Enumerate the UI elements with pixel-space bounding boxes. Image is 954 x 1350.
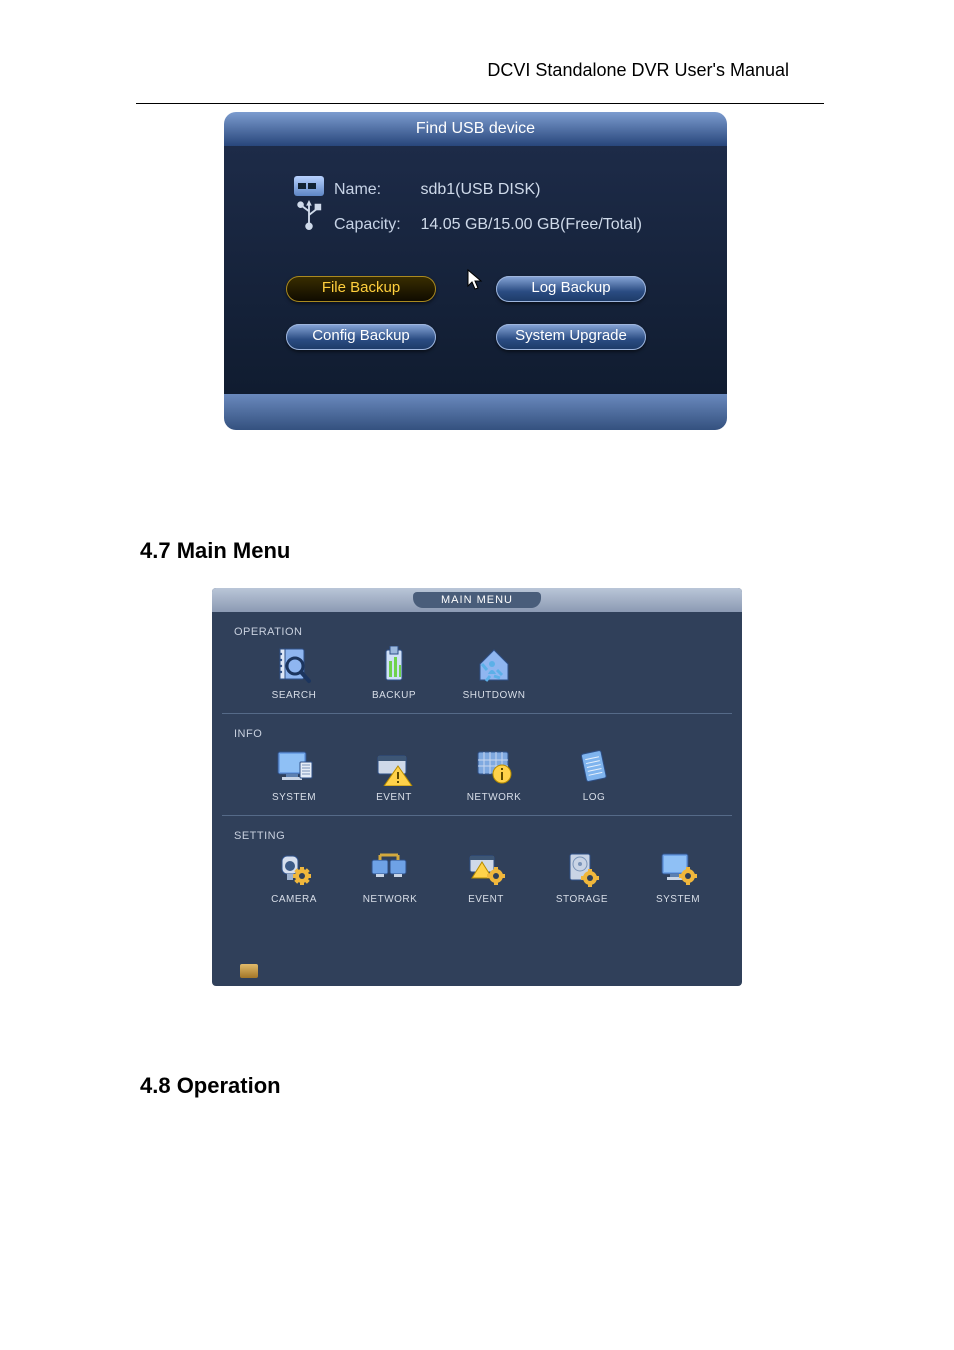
system-setting-item[interactable]: SYSTEM bbox=[650, 850, 706, 905]
log-backup-button[interactable]: Log Backup bbox=[496, 276, 646, 302]
dialog-title: Find USB device bbox=[224, 112, 727, 146]
category-setting: SETTING bbox=[234, 830, 742, 842]
divider bbox=[222, 713, 732, 714]
titlebar: MAIN MENU bbox=[212, 588, 742, 612]
section-4-8: 4.8 Operation bbox=[140, 1073, 281, 1099]
section-4-7: 4.7 Main Menu bbox=[140, 538, 290, 564]
find-usb-dialog: Find USB device Name: bbox=[224, 112, 727, 430]
network-setting-label: NETWORK bbox=[363, 894, 418, 905]
divider bbox=[222, 815, 732, 816]
capacity-row: Capacity: 14.05 GB/15.00 GB(Free/Total) bbox=[334, 216, 642, 234]
setting-row: CAMERA NETWORK bbox=[212, 846, 742, 917]
camera-setting-label: CAMERA bbox=[271, 894, 317, 905]
search-label: SEARCH bbox=[272, 690, 317, 701]
cursor-icon bbox=[466, 268, 486, 298]
category-info: INFO bbox=[234, 728, 742, 740]
network-info-item[interactable]: NETWORK bbox=[466, 748, 522, 803]
backup-label: BACKUP bbox=[372, 690, 416, 701]
event-info-label: EVENT bbox=[376, 792, 412, 803]
name-label: Name: bbox=[334, 181, 416, 199]
camera-setting-item[interactable]: CAMERA bbox=[266, 850, 322, 905]
system-upgrade-button[interactable]: System Upgrade bbox=[496, 324, 646, 350]
network-setting-icon bbox=[368, 850, 412, 888]
file-backup-button[interactable]: File Backup bbox=[286, 276, 436, 302]
horizontal-rule bbox=[136, 103, 824, 104]
log-label: LOG bbox=[583, 792, 606, 803]
main-menu-window: MAIN MENU OPERATION SEARCH bbox=[212, 588, 742, 986]
backup-icon bbox=[372, 646, 416, 684]
storage-setting-icon bbox=[560, 850, 604, 888]
dialog-body: Name: sdb1(USB DISK) Capacity: 14.05 GB/… bbox=[224, 146, 727, 394]
search-item[interactable]: SEARCH bbox=[266, 646, 322, 701]
camera-setting-icon bbox=[272, 850, 316, 888]
storage-setting-item[interactable]: STORAGE bbox=[554, 850, 610, 905]
config-backup-button[interactable]: Config Backup bbox=[286, 324, 436, 350]
name-row: Name: sdb1(USB DISK) bbox=[334, 181, 541, 199]
system-info-icon bbox=[272, 748, 316, 786]
log-icon bbox=[572, 748, 616, 786]
system-setting-label: SYSTEM bbox=[656, 894, 700, 905]
backup-item[interactable]: BACKUP bbox=[366, 646, 422, 701]
network-info-icon bbox=[472, 748, 516, 786]
usb-icon bbox=[294, 176, 324, 230]
category-operation: OPERATION bbox=[234, 626, 742, 638]
operation-row: SEARCH BACKUP bbox=[212, 642, 742, 713]
network-info-label: NETWORK bbox=[467, 792, 522, 803]
event-info-item[interactable]: EVENT bbox=[366, 748, 422, 803]
page-header: DCVI Standalone DVR User's Manual bbox=[487, 60, 789, 81]
titlebar-label: MAIN MENU bbox=[413, 592, 541, 608]
name-value: sdb1(USB DISK) bbox=[420, 181, 540, 198]
info-row: SYSTEM EVENT bbox=[212, 744, 742, 815]
shutdown-icon bbox=[472, 646, 516, 684]
dialog-footer bbox=[224, 394, 727, 430]
event-info-icon bbox=[372, 748, 416, 786]
system-info-item[interactable]: SYSTEM bbox=[266, 748, 322, 803]
log-item[interactable]: LOG bbox=[566, 748, 622, 803]
logout-icon[interactable] bbox=[240, 964, 258, 978]
shutdown-label: SHUTDOWN bbox=[463, 690, 526, 701]
shutdown-item[interactable]: SHUTDOWN bbox=[466, 646, 522, 701]
capacity-value: 14.05 GB/15.00 GB(Free/Total) bbox=[420, 216, 641, 233]
search-icon bbox=[272, 646, 316, 684]
system-setting-icon bbox=[656, 850, 700, 888]
event-setting-icon bbox=[464, 850, 508, 888]
capacity-label: Capacity: bbox=[334, 216, 416, 234]
system-info-label: SYSTEM bbox=[272, 792, 316, 803]
event-setting-item[interactable]: EVENT bbox=[458, 850, 514, 905]
storage-setting-label: STORAGE bbox=[556, 894, 608, 905]
network-setting-item[interactable]: NETWORK bbox=[362, 850, 418, 905]
event-setting-label: EVENT bbox=[468, 894, 504, 905]
